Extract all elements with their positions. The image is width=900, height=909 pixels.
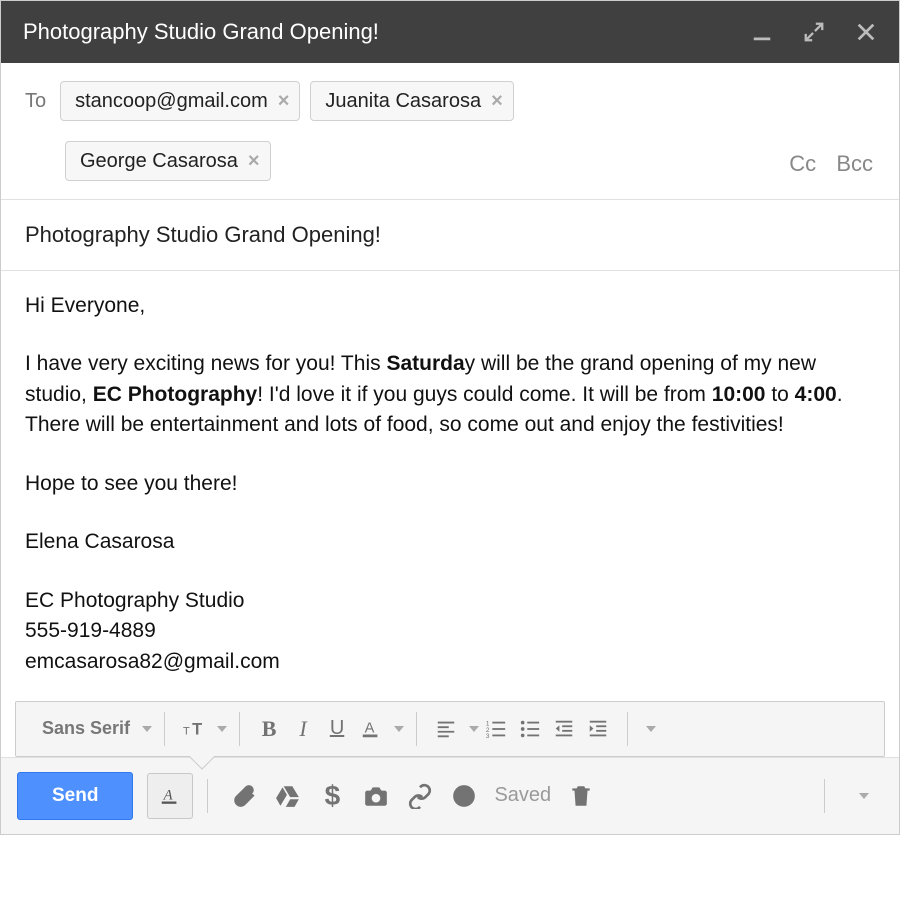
- recipient-chip[interactable]: George Casarosa ×: [65, 141, 271, 181]
- insert-photo-button[interactable]: [354, 773, 398, 819]
- cc-button[interactable]: Cc: [789, 151, 816, 176]
- compose-window: Photography Studio Grand Opening! To sta…: [0, 0, 900, 835]
- bottom-toolbar: Send A $ Saved: [1, 757, 899, 834]
- window-title: Photography Studio Grand Opening!: [23, 19, 721, 45]
- fullscreen-button[interactable]: [803, 21, 825, 43]
- insert-emoji-button[interactable]: [442, 773, 486, 819]
- bulleted-list-button[interactable]: [513, 709, 547, 749]
- recipient-chip[interactable]: Juanita Casarosa ×: [310, 81, 513, 121]
- font-family-selector[interactable]: Sans Serif: [32, 718, 136, 739]
- formatting-toolbar: Sans Serif TT B I U A: [15, 701, 885, 757]
- svg-text:A: A: [163, 788, 173, 804]
- more-options-button[interactable]: [839, 773, 883, 819]
- svg-text:3: 3: [486, 733, 490, 740]
- minimize-button[interactable]: [751, 21, 773, 43]
- chevron-down-icon[interactable]: [469, 726, 479, 732]
- message-body[interactable]: Hi Everyone, I have very exciting news f…: [1, 271, 899, 701]
- font-size-button[interactable]: TT: [177, 709, 211, 749]
- more-formatting-button[interactable]: [646, 726, 656, 732]
- to-label: To: [25, 81, 46, 121]
- send-button[interactable]: Send: [17, 772, 133, 820]
- indent-less-button[interactable]: [547, 709, 581, 749]
- recipient-chip[interactable]: stancoop@gmail.com ×: [60, 81, 300, 121]
- indent-more-button[interactable]: [581, 709, 615, 749]
- chip-remove-icon[interactable]: ×: [491, 90, 503, 113]
- insert-link-button[interactable]: [398, 773, 442, 819]
- body-greeting: Hi Everyone,: [25, 291, 875, 321]
- underline-button[interactable]: U: [320, 709, 354, 749]
- body-paragraph: I have very exciting news for you! This …: [25, 349, 875, 440]
- chip-remove-icon[interactable]: ×: [278, 90, 290, 113]
- chevron-down-icon[interactable]: [217, 726, 227, 732]
- insert-money-button[interactable]: $: [310, 773, 354, 819]
- bold-button[interactable]: B: [252, 709, 286, 749]
- insert-drive-button[interactable]: [266, 773, 310, 819]
- close-button[interactable]: [855, 21, 877, 43]
- chip-label: stancoop@gmail.com: [75, 90, 268, 113]
- chip-label: Juanita Casarosa: [325, 90, 481, 113]
- text-color-button[interactable]: A: [354, 709, 388, 749]
- chevron-down-icon[interactable]: [142, 726, 152, 732]
- svg-text:T: T: [183, 725, 190, 737]
- title-bar: Photography Studio Grand Opening!: [1, 1, 899, 63]
- formatting-toolbar-container: Sans Serif TT B I U A: [1, 701, 899, 757]
- chip-label: George Casarosa: [80, 150, 238, 173]
- chevron-down-icon[interactable]: [394, 726, 404, 732]
- subject-text: Photography Studio Grand Opening!: [25, 222, 381, 247]
- chevron-down-icon: [859, 793, 869, 799]
- signature-business: EC Photography Studio: [25, 586, 875, 616]
- bcc-button[interactable]: Bcc: [836, 151, 873, 176]
- subject-field[interactable]: Photography Studio Grand Opening!: [1, 200, 899, 271]
- numbered-list-button[interactable]: 123: [479, 709, 513, 749]
- body-closing: Hope to see you there!: [25, 469, 875, 499]
- svg-text:T: T: [192, 720, 202, 738]
- chip-remove-icon[interactable]: ×: [248, 150, 260, 173]
- discard-draft-button[interactable]: [559, 773, 603, 819]
- italic-button[interactable]: I: [286, 709, 320, 749]
- signature-name: Elena Casarosa: [25, 527, 875, 557]
- signature-phone: 555-919-4889: [25, 616, 875, 646]
- signature-email: emcasarosa82@gmail.com: [25, 647, 875, 677]
- svg-text:A: A: [365, 721, 375, 737]
- attach-file-button[interactable]: [222, 773, 266, 819]
- formatting-toggle-button[interactable]: A: [147, 773, 193, 819]
- recipients-section[interactable]: To stancoop@gmail.com × Juanita Casarosa…: [1, 63, 899, 200]
- cc-bcc-controls: Cc Bcc: [775, 151, 873, 177]
- saved-status: Saved: [494, 784, 551, 807]
- align-button[interactable]: [429, 709, 463, 749]
